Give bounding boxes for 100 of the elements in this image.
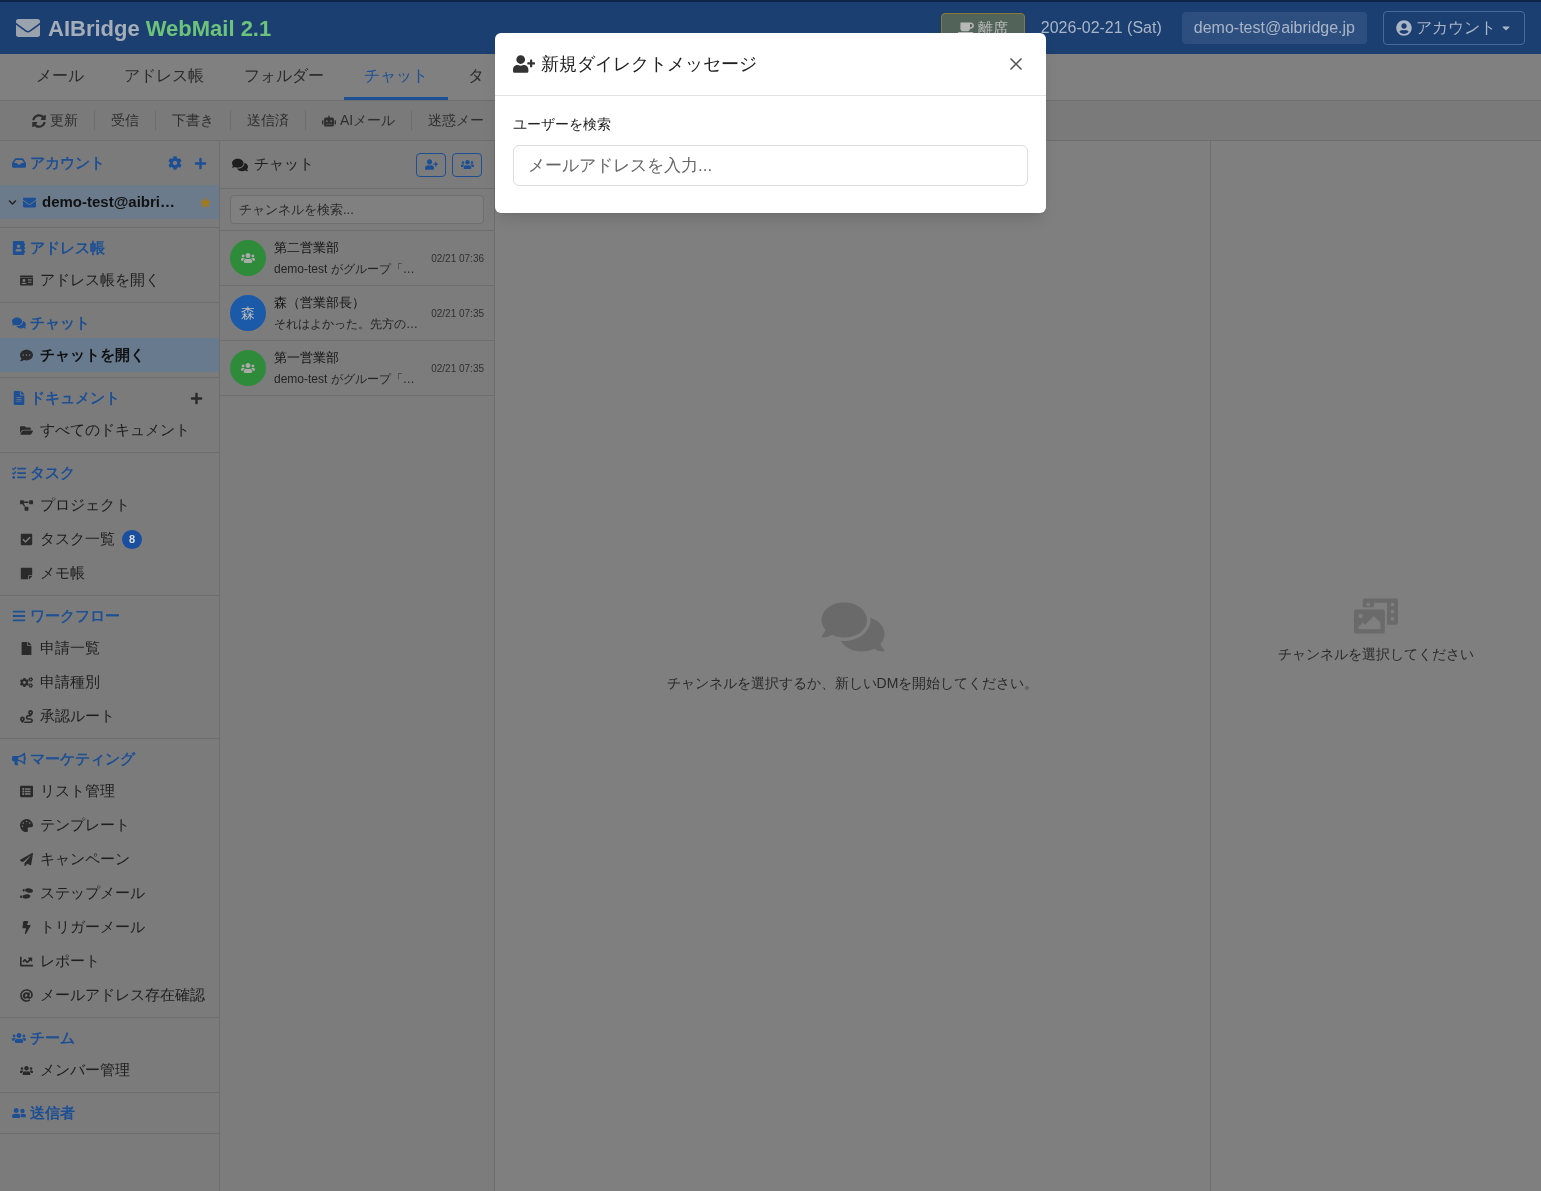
- account-item[interactable]: demo-test@aibri…: [0, 185, 219, 219]
- envelope-icon: [16, 16, 40, 40]
- toolbar-button[interactable]: AIメール: [305, 110, 412, 131]
- sidebar-item[interactable]: プロジェクト: [0, 488, 219, 522]
- sidebar-item[interactable]: メンバー管理: [0, 1053, 219, 1087]
- field-label: ユーザーを検索: [513, 115, 612, 134]
- sidebar-item[interactable]: トリガーメール: [0, 910, 219, 944]
- toolbar-button[interactable]: 更新: [16, 110, 94, 131]
- add-user-icon: [513, 55, 535, 73]
- item-label: ステップメール: [40, 882, 145, 903]
- file-icon: [20, 641, 33, 655]
- channel-row[interactable]: 森 森（営業部長） それはよかった。先方の… 02/21 07:35: [220, 286, 494, 341]
- nav-tab[interactable]: メール: [16, 54, 104, 100]
- inbox-icon: [12, 156, 26, 170]
- sidebar-item[interactable]: メールアドレス存在確認: [0, 978, 219, 1012]
- user-email: demo-test@aibridge.jp: [1181, 12, 1367, 44]
- nav-tab[interactable]: フォルダー: [224, 54, 344, 100]
- sidebar-item[interactable]: リスト管理: [0, 774, 219, 808]
- item-label: 申請一覧: [40, 637, 100, 658]
- email-search-field[interactable]: メールアドレスを入力...: [513, 145, 1028, 186]
- section-title: ドキュメント: [30, 387, 120, 408]
- sidebar-item[interactable]: キャンペーン: [0, 842, 219, 876]
- count-badge: 8: [122, 529, 143, 549]
- people-icon: [241, 361, 255, 375]
- item-label: メールアドレス存在確認: [40, 984, 205, 1005]
- people-icon: [20, 1063, 33, 1077]
- date-text: 2026-02-21 (Sat): [1040, 18, 1162, 38]
- sidebar-item[interactable]: すべてのドキュメント: [0, 413, 219, 447]
- avatar-initial: 森: [241, 303, 255, 323]
- checkbox-icon: [20, 532, 33, 546]
- section-title: 送信者: [30, 1102, 75, 1123]
- channel-row[interactable]: 第二営業部 demo-test がグループ「… 02/21 07:36: [220, 231, 494, 286]
- channel-preview: demo-test がグループ「…: [274, 261, 416, 279]
- address-book-icon: [12, 241, 26, 255]
- nav-tab[interactable]: アドレス帳: [104, 54, 224, 100]
- channel-preview: それはよかった。先方の…: [274, 316, 419, 334]
- chat-bubbles-icon: [12, 316, 26, 330]
- menu-lines-icon: [12, 609, 26, 623]
- section-title: チャット: [30, 312, 90, 333]
- sidebar-item[interactable]: テンプレート: [0, 808, 219, 842]
- refresh-icon: [32, 113, 46, 128]
- settings-icon[interactable]: [168, 156, 182, 170]
- sidebar-item[interactable]: タスク一覧 8: [0, 522, 219, 556]
- toolbar-button[interactable]: 送信済: [230, 110, 305, 131]
- new-group-button[interactable]: [452, 152, 482, 177]
- sidebar-item[interactable]: 申請一覧: [0, 631, 219, 665]
- sidebar-item[interactable]: 承認ルート: [0, 699, 219, 733]
- route-icon: [20, 709, 33, 723]
- item-label: すべてのドキュメント: [40, 419, 190, 440]
- new-dm-button[interactable]: [416, 152, 446, 177]
- account-menu-button[interactable]: アカウント: [1383, 11, 1525, 45]
- sidebar-item[interactable]: レポート: [0, 944, 219, 978]
- sidebar-item[interactable]: アドレス帳を開く: [0, 263, 219, 297]
- channel-search-field[interactable]: チャンネルを検索...: [230, 195, 484, 224]
- bolt-icon: [20, 920, 33, 934]
- item-label: トリガーメール: [40, 916, 145, 937]
- gears-icon: [20, 675, 33, 689]
- user-icon: [1396, 20, 1412, 36]
- channel-time: 02/21 07:35: [431, 361, 484, 376]
- line-chart-icon: [20, 954, 33, 968]
- section-title: タスク: [30, 462, 75, 483]
- sidebar-item[interactable]: メモ帳: [0, 556, 219, 590]
- panel-title: チャット: [254, 154, 314, 175]
- note-icon: [20, 566, 33, 580]
- task-list-icon: [12, 466, 26, 480]
- cup-icon: [957, 20, 974, 36]
- item-label: タスク一覧: [40, 528, 115, 549]
- sidebar-item[interactable]: ステップメール: [0, 876, 219, 910]
- section-title: アドレス帳: [30, 237, 105, 258]
- list-icon: [20, 784, 33, 798]
- sidebar-item[interactable]: 申請種別: [0, 665, 219, 699]
- channel-name: 第二営業部: [274, 238, 340, 257]
- add-icon[interactable]: [194, 156, 207, 170]
- item-label: レポート: [40, 950, 100, 971]
- item-label: アドレス帳を開く: [40, 269, 160, 290]
- dialog-title: 新規ダイレクトメッセージ: [541, 52, 757, 76]
- envelope-icon: [23, 195, 36, 209]
- sidebar-item[interactable]: チャットを開く: [0, 338, 219, 372]
- add-icon[interactable]: [190, 391, 203, 405]
- channel-time: 02/21 07:35: [431, 306, 484, 321]
- chat-bubbles-icon: [232, 156, 248, 173]
- chevron-icon: [8, 197, 17, 207]
- speech-bubble-icon: [20, 348, 33, 362]
- item-label: 申請種別: [40, 671, 100, 692]
- paper-plane-icon: [20, 852, 33, 866]
- megaphone-icon: [12, 752, 26, 766]
- toolbar-button[interactable]: 下書き: [155, 110, 230, 131]
- item-label: リスト管理: [40, 780, 115, 801]
- app-name: AIBridge: [48, 14, 140, 43]
- item-label: キャンペーン: [40, 848, 130, 869]
- empty-message: チャンネルを選択してください: [1278, 644, 1474, 664]
- empty-message: チャンネルを選択するか、新しいDMを開始してください。: [666, 673, 1039, 693]
- channel-name: 森（営業部長）: [274, 293, 366, 312]
- nav-tab[interactable]: タ: [448, 54, 504, 100]
- item-label: チャットを開く: [40, 344, 145, 365]
- item-label: 承認ルート: [40, 705, 115, 726]
- toolbar-button[interactable]: 受信: [94, 110, 155, 131]
- section-title: ワークフロー: [30, 605, 120, 626]
- palette-icon: [20, 818, 33, 832]
- at-sign-icon: [20, 988, 33, 1002]
